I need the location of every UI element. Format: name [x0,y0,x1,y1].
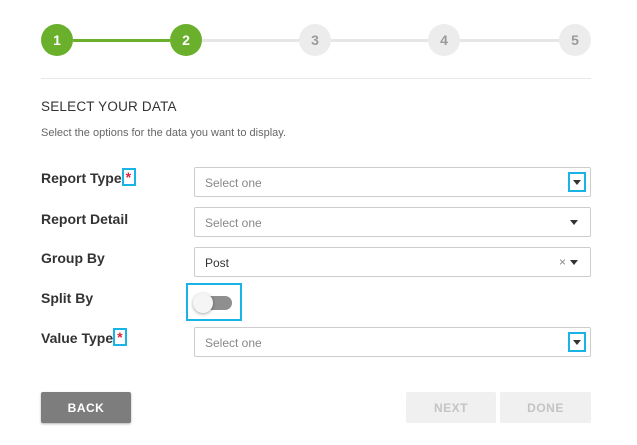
required-asterisk: * [117,329,123,345]
step-4: 4 [428,24,460,56]
split-by-toggle-highlight [186,283,242,321]
value-type-select[interactable]: Select one [194,327,591,357]
report-detail-select[interactable]: Select one [194,207,591,237]
report-detail-placeholder: Select one [205,216,262,230]
toggle-knob[interactable] [193,293,213,313]
chevron-down-icon[interactable] [570,220,578,225]
group-by-label: Group By [41,250,105,266]
group-by-value: Post [205,256,230,270]
done-button[interactable]: DONE [500,392,591,423]
chevron-down-icon [573,180,581,185]
divider [41,78,591,79]
step-connector-1-2 [73,39,170,42]
step-1: 1 [41,24,73,56]
clear-icon[interactable]: × [559,255,566,269]
group-by-select[interactable]: Post × [194,247,591,277]
step-5: 5 [559,24,591,56]
report-type-dropdown-toggle[interactable] [568,172,586,192]
chevron-down-icon [573,340,581,345]
step-3: 3 [299,24,331,56]
chevron-down-icon[interactable] [570,260,578,265]
report-type-label-text: Report Type [41,170,122,186]
required-marker-highlight: * [113,328,128,346]
step-connector-2-3 [202,39,299,42]
section-title: SELECT YOUR DATA [41,99,177,114]
next-button[interactable]: NEXT [406,392,496,423]
value-type-placeholder: Select one [205,336,262,350]
step-connector-3-4 [331,39,428,42]
section-description: Select the options for the data you want… [41,127,287,139]
step-2: 2 [170,24,202,56]
step-connector-4-5 [460,39,559,42]
value-type-dropdown-toggle[interactable] [568,332,586,352]
value-type-label-text: Value Type [41,330,114,346]
split-by-label: Split By [41,290,94,306]
report-type-placeholder: Select one [205,176,262,190]
report-type-select[interactable]: Select one [194,167,591,197]
required-marker-highlight: * [121,168,136,186]
back-button[interactable]: BACK [41,392,131,423]
report-type-label: Report Type * [41,168,136,188]
value-type-label: Value Type * [41,328,128,348]
progress-stepper: 1 2 3 4 5 [41,24,591,56]
report-detail-label: Report Detail [41,211,129,227]
required-asterisk: * [125,169,132,185]
